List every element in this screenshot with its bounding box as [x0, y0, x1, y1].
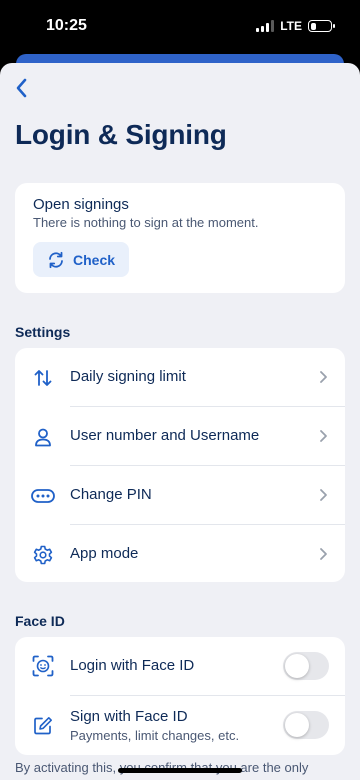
settings-item-app-mode[interactable]: App mode — [15, 525, 345, 583]
home-indicator — [118, 768, 242, 773]
user-icon — [31, 425, 55, 449]
edit-icon — [31, 714, 55, 738]
settings-item-user-number[interactable]: User number and Username — [15, 407, 345, 465]
status-time: 10:25 — [46, 17, 87, 34]
settings-item-label: App mode — [70, 545, 139, 562]
settings-item-daily-signing-limit[interactable]: Daily signing limit — [15, 348, 345, 406]
chevron-right-icon — [320, 430, 327, 442]
network-label: LTE — [280, 19, 302, 33]
settings-item-label: User number and Username — [70, 427, 260, 444]
signal-icon — [256, 20, 275, 32]
battery-level — [310, 22, 317, 30]
settings-section-label: Settings — [15, 324, 71, 340]
refresh-icon — [49, 251, 63, 268]
settings-item-label: Daily signing limit — [70, 368, 186, 385]
chevron-left-icon — [16, 78, 27, 98]
check-button[interactable]: Check — [33, 242, 130, 277]
face-id-card: Login with Face ID Sign with Face ID Pay… — [15, 637, 345, 755]
battery-icon — [308, 20, 335, 32]
face-id-section-label: Face ID — [15, 613, 65, 629]
open-signings-title: Open signings — [33, 196, 129, 213]
face-id-item-label: Login with Face ID — [70, 657, 195, 674]
login-face-id-toggle[interactable] — [283, 652, 329, 680]
settings-card: Daily signing limit User number and User… — [15, 348, 345, 582]
settings-item-label: Change PIN — [70, 486, 152, 503]
open-signings-card: Open signings There is nothing to sign a… — [15, 183, 345, 293]
check-button-label: Check — [73, 251, 116, 268]
chevron-right-icon — [320, 371, 327, 383]
open-signings-subtitle: There is nothing to sign at the moment. — [33, 215, 259, 230]
back-button[interactable] — [6, 73, 36, 103]
login-signing-sheet: Login & Signing Open signings There is n… — [0, 63, 360, 780]
status-indicators: LTE — [256, 19, 335, 33]
face-id-item-label: Sign with Face ID — [70, 708, 188, 725]
face-scan-icon — [31, 654, 55, 678]
chevron-right-icon — [320, 489, 327, 501]
sign-face-id-toggle[interactable] — [283, 711, 329, 739]
settings-item-change-pin[interactable]: Change PIN — [15, 466, 345, 524]
face-id-item-sign: Sign with Face ID Payments, limit change… — [15, 696, 345, 755]
page-title: Login & Signing — [15, 119, 227, 150]
toggle-knob — [285, 654, 309, 678]
chevron-right-icon — [320, 548, 327, 560]
pin-dots-icon — [31, 484, 55, 508]
gear-icon — [31, 543, 55, 567]
swap-arrows-icon — [31, 366, 55, 390]
toggle-knob — [285, 713, 309, 737]
status-bar: 10:25 LTE — [0, 0, 360, 52]
face-id-item-login: Login with Face ID — [15, 637, 345, 695]
face-id-item-subtitle: Payments, limit changes, etc. — [70, 728, 240, 743]
